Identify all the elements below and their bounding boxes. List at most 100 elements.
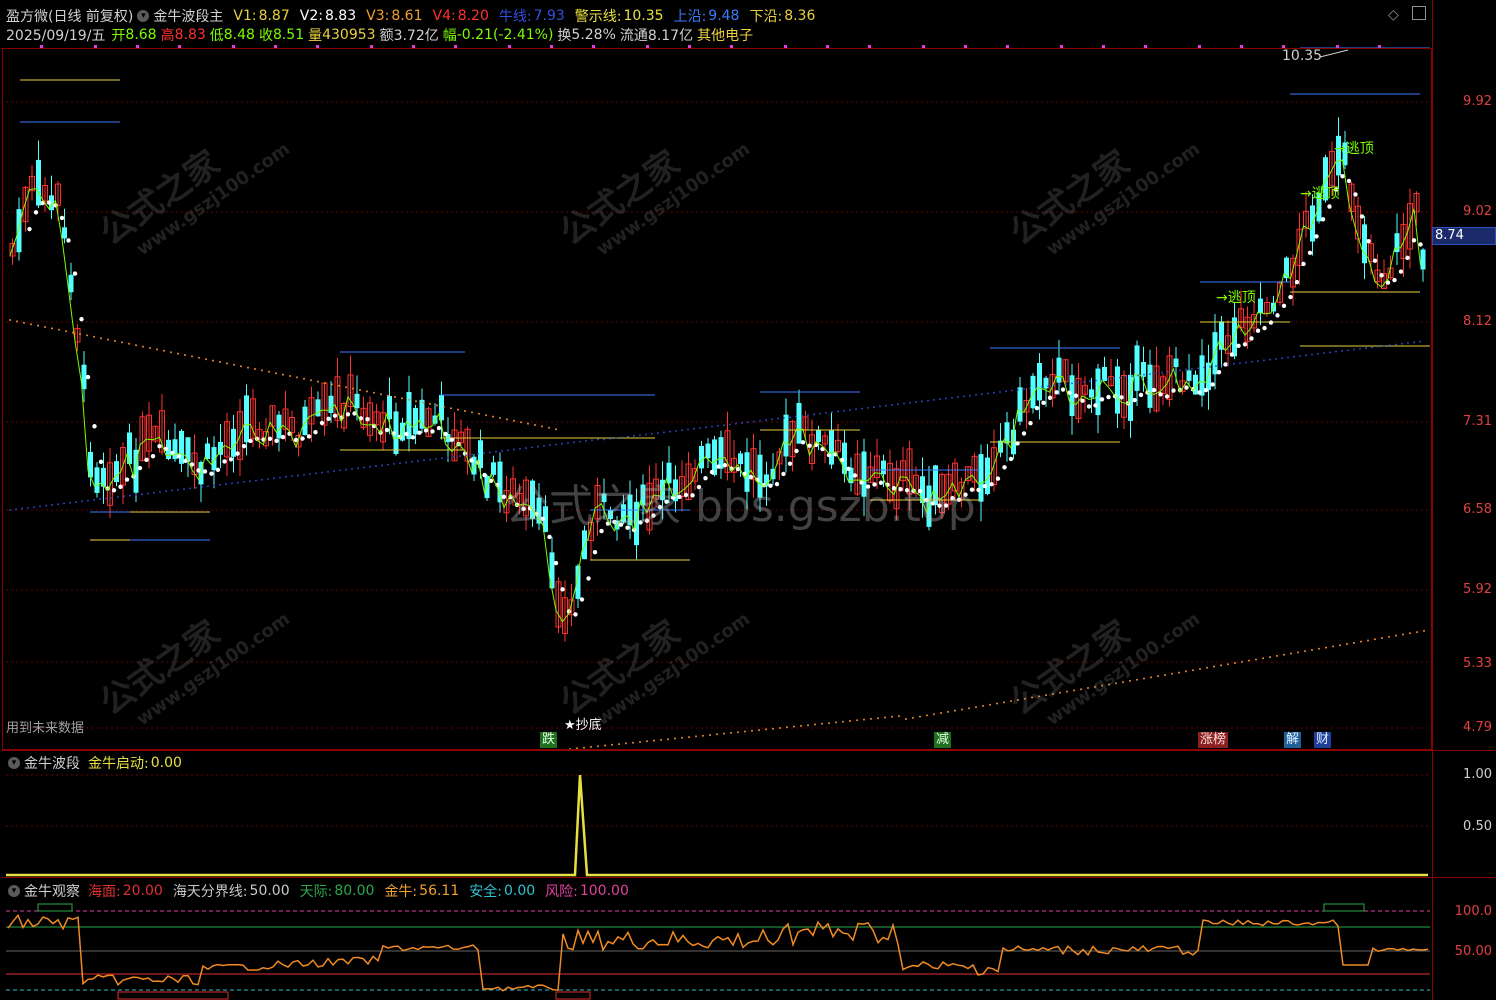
ma-orange-dot [436, 404, 438, 407]
ma-blue-dot [1257, 360, 1259, 362]
ma-orange-dot [1297, 651, 1299, 654]
ma-blue-dot [1407, 342, 1409, 344]
ma-orange-dot [492, 415, 494, 418]
ma-blue-dot [327, 470, 329, 473]
ma-white-dot [1275, 313, 1280, 318]
ma-orange-dot [380, 393, 382, 396]
price-axis-label: 5.33 [1463, 656, 1492, 671]
ma-white-dot [215, 467, 221, 473]
collapse-icon[interactable]: ▾ [8, 757, 20, 769]
sea-marker [555, 991, 591, 1000]
event-tag-reduce[interactable]: 减 [934, 732, 952, 748]
ma-white-dot [430, 429, 435, 434]
price-axis-label: 9.02 [1463, 204, 1492, 219]
ma-orange-dot [863, 718, 865, 721]
risk-value: 100.00 [579, 883, 629, 899]
sky-label: 天际: [299, 884, 333, 900]
ma-white-dot [280, 434, 286, 440]
ma-blue-dot [717, 424, 719, 427]
signal-dot [1060, 45, 1063, 48]
event-tag-fall[interactable]: 跌 [540, 732, 558, 748]
candle-down [1199, 355, 1205, 396]
ma-orange-dot [947, 710, 949, 713]
event-tag-finance[interactable]: 财 [1314, 732, 1332, 748]
ma-blue-dot [681, 429, 683, 432]
ma-orange-dot [1332, 645, 1334, 648]
ma-blue-dot [1395, 343, 1397, 346]
ma-blue-dot [663, 431, 665, 434]
ma-blue-dot [1311, 353, 1313, 356]
ma-blue-dot [1083, 381, 1085, 383]
peak-price-label: 10.35 [1282, 48, 1323, 64]
ma-blue-dot [117, 496, 119, 498]
ma-white-dot [1320, 217, 1326, 222]
ma-blue-dot [993, 391, 995, 394]
ma-blue-dot [45, 504, 47, 507]
ma-blue-dot [621, 436, 623, 439]
ma-white-dot [124, 477, 130, 482]
ma-blue-dot [1401, 342, 1403, 345]
upper-value: 9.48 [708, 8, 740, 24]
ma-orange-dot [744, 730, 746, 733]
candle-down [354, 393, 360, 409]
ma-white-dot [1418, 242, 1423, 247]
sub-panel-1-title[interactable]: 金牛波段 [24, 753, 80, 773]
ma-white-dot [1034, 405, 1040, 411]
ma-blue-dot [495, 450, 497, 453]
indicator-name[interactable]: 金牛波段主 [153, 6, 223, 26]
ma-orange-dot [576, 747, 578, 750]
price-axis-label: 4.79 [1463, 720, 1492, 735]
ma-orange-dot [184, 354, 186, 356]
collapse-icon[interactable]: ▾ [137, 10, 150, 22]
ma-white-dot [1301, 261, 1306, 267]
ma-white-dot [1164, 394, 1170, 399]
ma-blue-dot [741, 422, 743, 424]
ma-blue-dot [891, 404, 893, 406]
v1-value: 8.87 [258, 8, 290, 24]
ma-blue-dot [1053, 384, 1055, 387]
ma-blue-dot [249, 480, 251, 483]
ma-orange-dot [639, 741, 641, 743]
ma-blue-dot [1131, 375, 1133, 378]
ma-orange-dot [982, 704, 984, 707]
ma-blue-dot [549, 444, 551, 447]
diamond-icon[interactable]: ◇ [1388, 7, 1399, 23]
ma-orange-dot [128, 342, 130, 345]
ma-blue-dot [927, 399, 929, 402]
collapse-icon[interactable]: ▾ [8, 885, 20, 897]
ma-blue-dot [1275, 357, 1277, 360]
ma-blue-dot [297, 474, 299, 477]
ma-blue-dot [33, 506, 35, 509]
signal-dot [508, 45, 511, 48]
ma-blue-dot [159, 491, 161, 493]
bull-label: 金牛: [384, 884, 418, 900]
event-tag-unlock[interactable]: 解 [1284, 732, 1302, 748]
candle-down [1017, 387, 1023, 422]
ma-blue-dot [1035, 386, 1037, 389]
sector-label: 其他电子 [697, 28, 754, 44]
ma-orange-dot [1136, 678, 1138, 681]
ma-blue-dot [279, 476, 281, 479]
ma-blue-dot [723, 424, 725, 427]
ma-orange-dot [800, 724, 802, 727]
ma-blue-dot [423, 459, 425, 462]
sub-panel-2-title[interactable]: 金牛观察 [24, 881, 80, 901]
ma-blue-dot [1335, 350, 1337, 353]
ma-blue-dot [1413, 341, 1415, 344]
ma-orange-dot [464, 410, 466, 412]
signal-dot [964, 45, 967, 48]
ma-white-dot [579, 597, 585, 602]
header-row-1: 盈方微(日线 前复权) ▾ 金牛波段主 V1: 8.87 V2: 8.83 V3… [6, 6, 819, 26]
ma-blue-dot [237, 481, 239, 484]
ma-orange-dot [1360, 640, 1362, 643]
ma-blue-dot [141, 493, 143, 496]
candle-down [1115, 366, 1120, 414]
candle-down [1147, 364, 1153, 408]
ma-blue-dot [651, 432, 653, 435]
window-icon[interactable] [1412, 6, 1426, 20]
ma-blue-dot [807, 414, 809, 416]
ma-orange-dot [1367, 639, 1369, 642]
event-tag-rank[interactable]: 涨榜 [1198, 732, 1229, 748]
ma-blue-dot [813, 413, 815, 416]
ma-orange-dot [786, 726, 788, 729]
